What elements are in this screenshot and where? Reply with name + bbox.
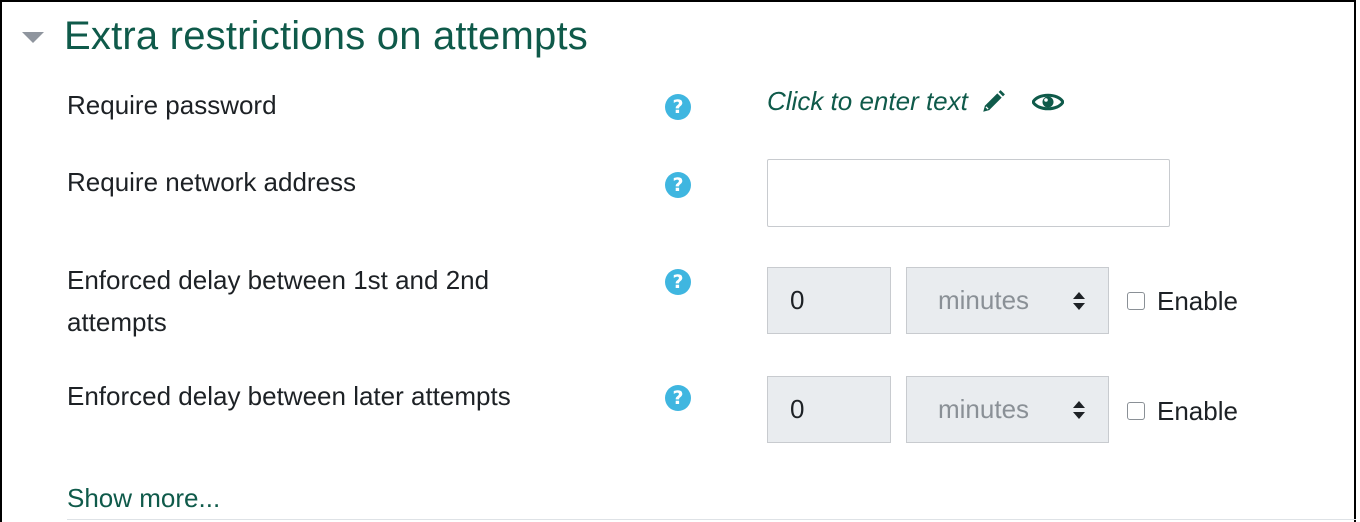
delay2-unit-select[interactable]: minutes: [906, 376, 1109, 443]
delay1-unit-value: minutes: [938, 285, 1030, 315]
sort-arrows-icon: [1073, 400, 1085, 419]
require-network-address-label: Require network address: [67, 167, 357, 197]
pencil-icon[interactable]: [980, 89, 1006, 115]
section-toggle[interactable]: Extra restrictions on attempts: [22, 12, 588, 60]
delay2-label: Enforced delay between later attempts: [67, 381, 511, 411]
caret-down-icon[interactable]: [22, 31, 44, 43]
delay1-label-line1: Enforced delay between 1st and 2nd: [67, 265, 490, 295]
question-circle-icon[interactable]: ?: [665, 172, 691, 198]
delay1-value-input[interactable]: 0: [767, 267, 891, 334]
password-inplace-editable[interactable]: Click to enter text: [767, 86, 1064, 117]
require-password-label: Require password: [67, 90, 277, 120]
question-circle-icon[interactable]: ?: [665, 94, 691, 120]
sort-arrows-icon: [1073, 291, 1085, 310]
divider: [67, 519, 1356, 520]
delay1-unit-select[interactable]: minutes: [906, 267, 1109, 334]
eye-icon[interactable]: [1031, 90, 1064, 114]
delay2-enable-checkbox[interactable]: [1127, 402, 1145, 420]
delay1-label-line2: attempts: [67, 307, 167, 337]
delay2-unit-value: minutes: [938, 394, 1030, 424]
delay1-enable-label[interactable]: Enable: [1157, 284, 1238, 318]
delay2-value-input[interactable]: 0: [767, 376, 891, 443]
network-address-input[interactable]: [767, 159, 1170, 227]
show-more-link[interactable]: Show more...: [67, 480, 220, 516]
section-title: Extra restrictions on attempts: [64, 14, 588, 58]
delay1-enable-checkbox[interactable]: [1127, 292, 1145, 310]
question-circle-icon[interactable]: ?: [665, 385, 691, 411]
delay2-enable-label[interactable]: Enable: [1157, 394, 1238, 428]
question-circle-icon[interactable]: ?: [665, 269, 691, 295]
password-click-to-enter[interactable]: Click to enter text: [767, 86, 968, 117]
